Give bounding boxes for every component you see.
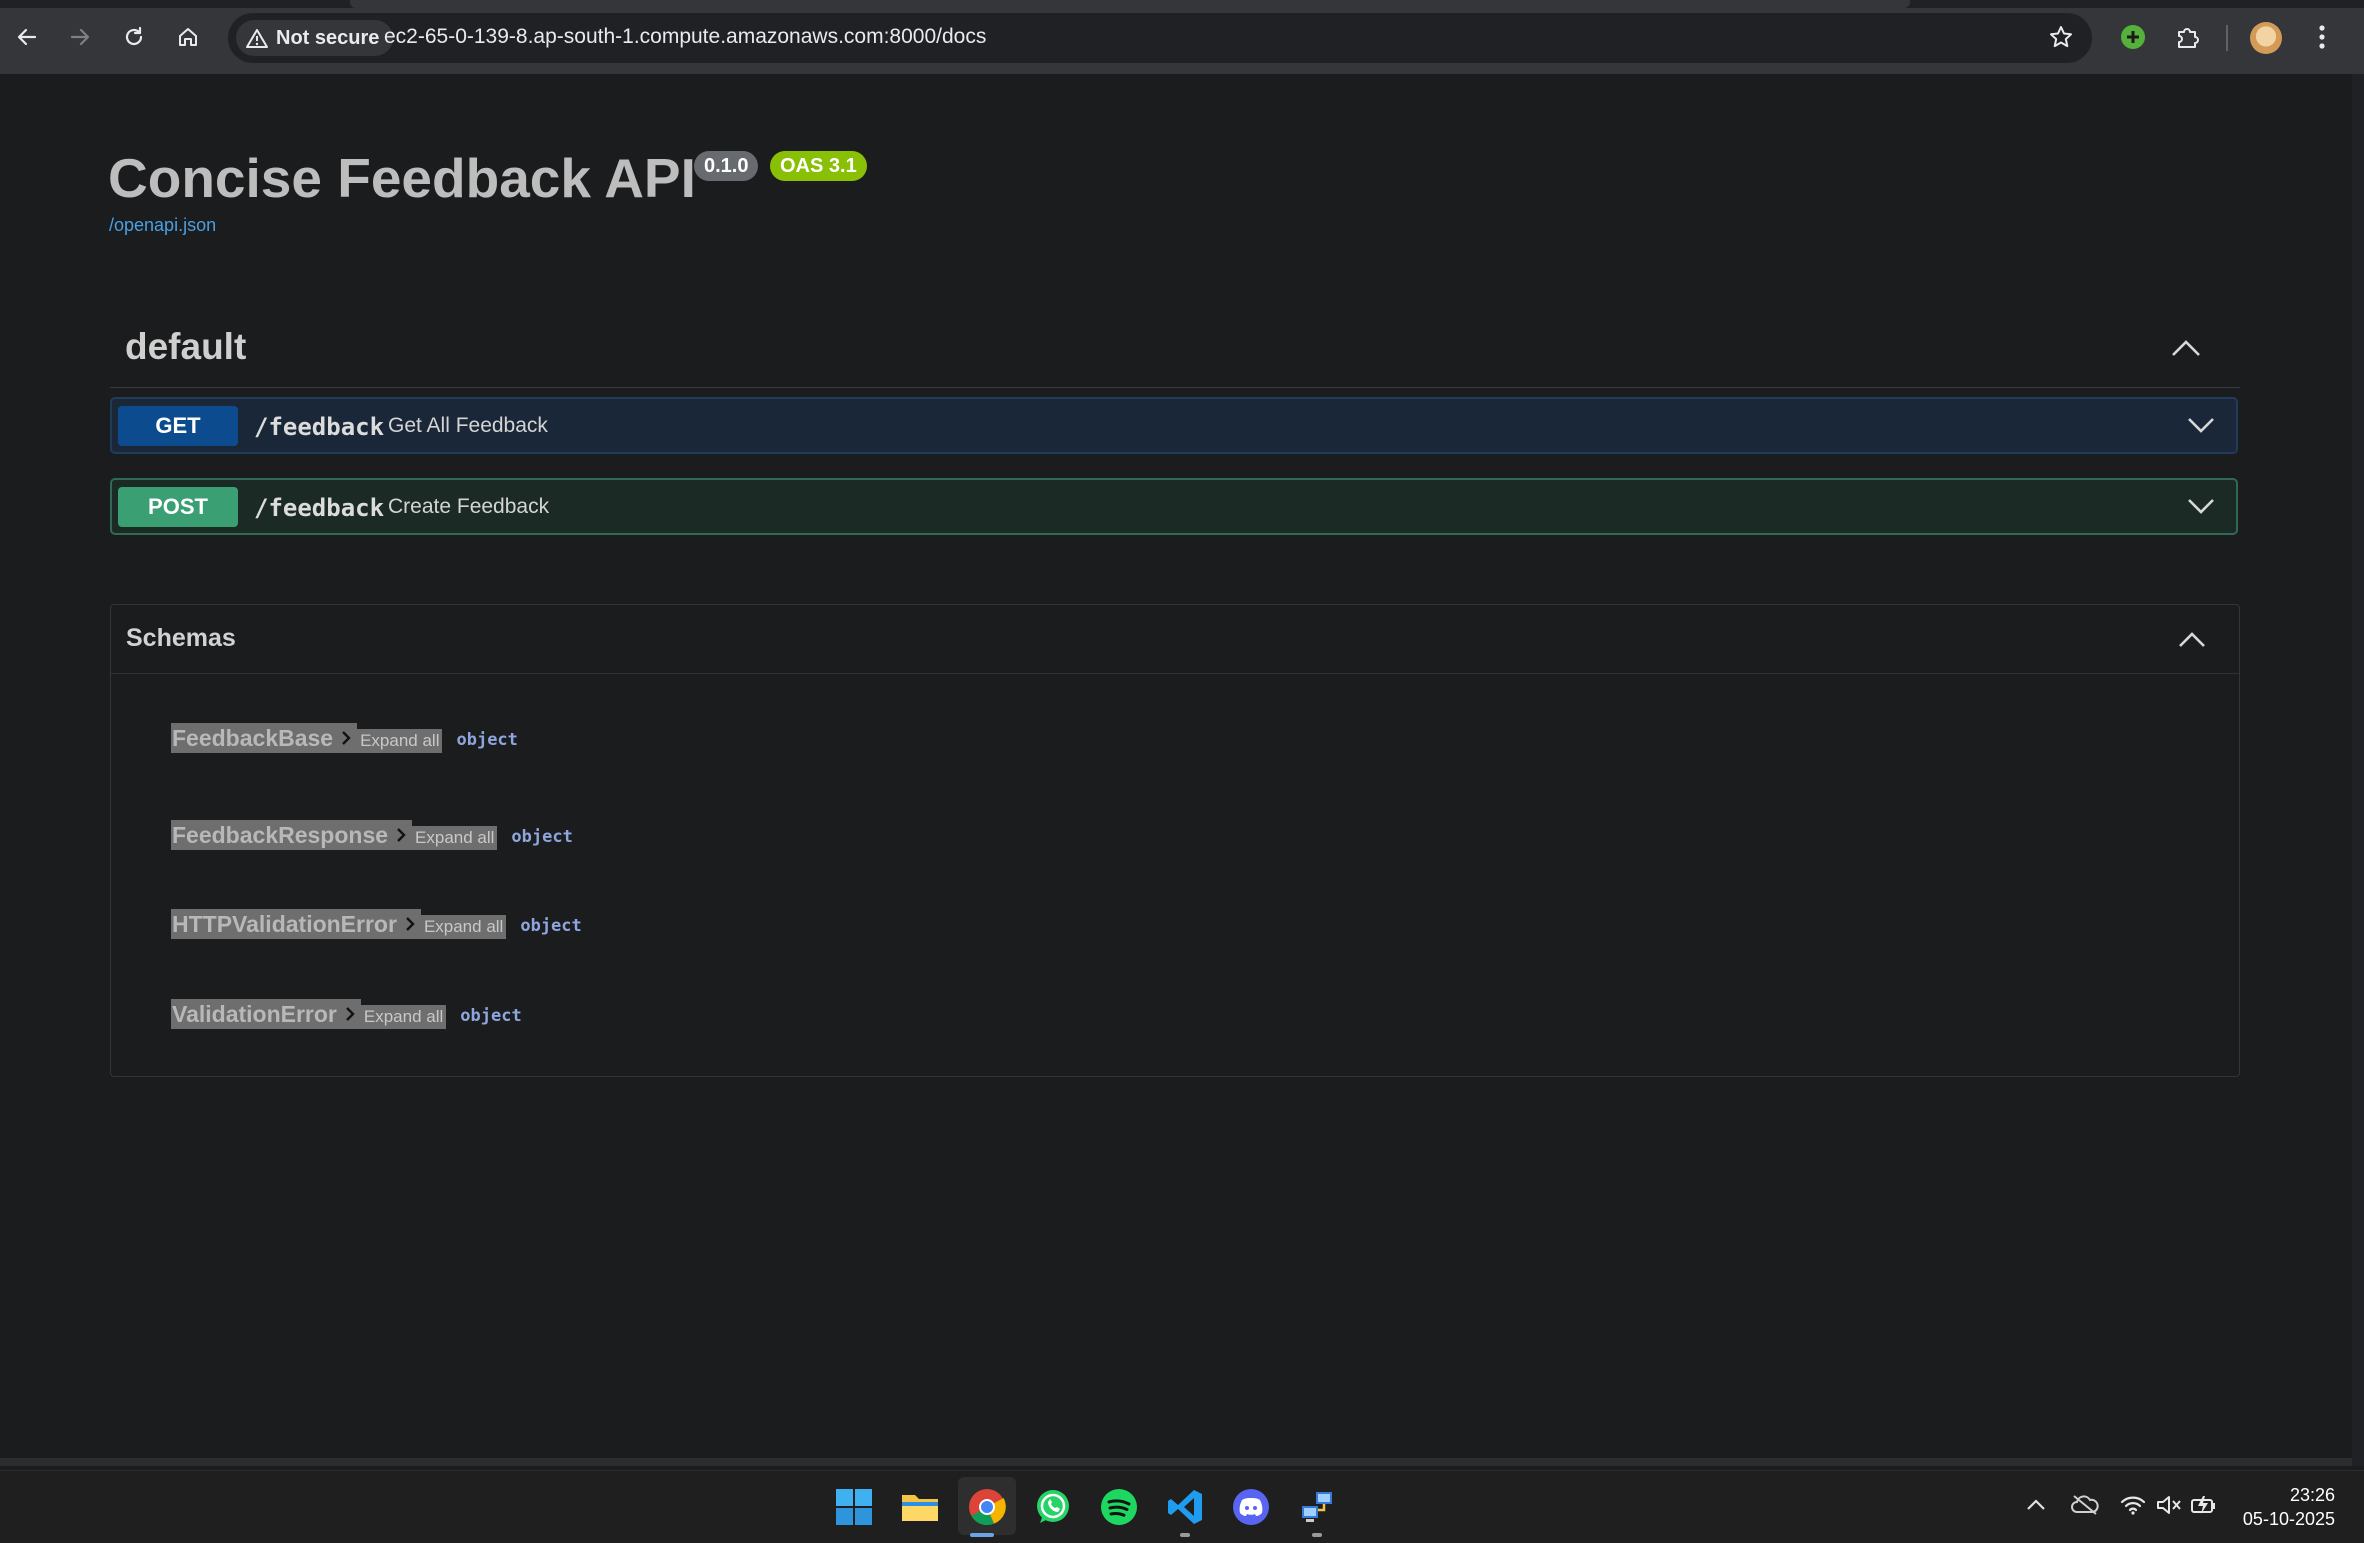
collapse-section-chevron-icon[interactable] <box>2170 338 2202 358</box>
section-title-default[interactable]: default <box>125 326 246 368</box>
schema-type: object <box>460 1005 522 1026</box>
schema-type: object <box>511 826 573 847</box>
warning-icon <box>246 29 268 48</box>
home-icon <box>179 28 197 46</box>
schema-name-button[interactable]: FeedbackBase <box>171 723 358 753</box>
puzzle-icon <box>2178 28 2199 48</box>
show-hidden-icons-chevron-icon[interactable] <box>2026 1497 2046 1511</box>
chevron-down-icon[interactable] <box>2186 496 2216 516</box>
windows-start-icon[interactable] <box>832 1485 876 1529</box>
vscode-icon[interactable] <box>1163 1485 1207 1529</box>
address-bar[interactable]: Not secure ec2-65-0-139-8.ap-south-1.com… <box>228 13 2092 63</box>
home-button[interactable] <box>170 19 206 55</box>
schema-item[interactable]: HTTPValidationError Expand all object <box>171 909 582 939</box>
extensions-menu-button[interactable] <box>2170 19 2206 55</box>
expand-all-button[interactable]: Expand all <box>357 729 443 753</box>
horizontal-scrollbar[interactable] <box>0 1458 2352 1466</box>
schema-item[interactable]: ValidationError Expand all object <box>171 999 522 1029</box>
chevron-right-icon <box>406 917 415 931</box>
back-button[interactable] <box>9 19 45 55</box>
green-plus-extension-icon <box>2121 25 2145 49</box>
wifi-icon[interactable] <box>2120 1494 2146 1516</box>
clock-time: 23:26 <box>2289 1485 2335 1505</box>
network-tool-running-indicator <box>1312 1533 1322 1537</box>
api-title: Concise Feedback API <box>108 147 696 209</box>
toolbar-divider <box>2226 25 2228 51</box>
operation-summary: Create Feedback <box>388 495 550 518</box>
system-clock[interactable]: 23:26 05-10-2025 <box>2230 1483 2335 1531</box>
taskbar: 23:26 05-10-2025 <box>0 1470 2364 1543</box>
chevron-right-icon <box>342 731 351 745</box>
reload-icon <box>125 26 143 46</box>
version-badge: 0.1.0 <box>694 151 759 181</box>
schema-name-button[interactable]: ValidationError <box>171 999 361 1029</box>
profile-avatar[interactable] <box>2250 22 2282 54</box>
schema-item[interactable]: FeedbackBase Expand all object <box>171 723 518 753</box>
battery-charging-icon[interactable] <box>2190 1494 2218 1516</box>
network-tool-icon[interactable] <box>1295 1485 1339 1529</box>
back-arrow-icon <box>17 28 37 46</box>
volume-muted-icon[interactable] <box>2156 1494 2182 1516</box>
openapi-json-link[interactable]: /openapi.json <box>109 215 216 236</box>
url-text[interactable]: ec2-65-0-139-8.ap-south-1.compute.amazon… <box>384 25 986 49</box>
method-badge-post: POST <box>118 487 238 527</box>
schema-name: HTTPValidationError <box>172 910 397 937</box>
site-security-chip[interactable]: Not secure <box>236 20 394 56</box>
active-tab-edge[interactable] <box>350 0 1910 8</box>
operation-path: /feedback <box>254 494 385 522</box>
schemas-header[interactable]: Schemas <box>111 605 2239 674</box>
operation-summary: Get All Feedback <box>388 414 548 437</box>
schema-name-button[interactable]: HTTPValidationError <box>171 909 421 939</box>
clock-date: 05-10-2025 <box>2242 1509 2335 1529</box>
star-icon <box>2050 26 2072 48</box>
expand-all-button[interactable]: Expand all <box>360 1005 447 1029</box>
page-scrollbar[interactable] <box>2352 74 2364 1466</box>
schema-name: FeedbackResponse <box>172 821 389 848</box>
forward-arrow-icon <box>70 28 90 46</box>
schema-item[interactable]: FeedbackResponse Expand all object <box>171 820 573 850</box>
bookmark-button[interactable] <box>2048 24 2074 55</box>
schema-name: ValidationError <box>172 1000 337 1027</box>
schema-name-button[interactable]: FeedbackResponse <box>171 820 413 850</box>
operation-get-feedback[interactable]: GET /feedback Get All Feedback <box>110 397 2238 454</box>
chevron-right-icon <box>397 828 406 842</box>
chrome-running-indicator <box>970 1533 994 1537</box>
discord-icon[interactable] <box>1229 1485 1273 1529</box>
schema-type: object <box>456 729 518 750</box>
vscode-running-indicator <box>1180 1533 1190 1537</box>
whatsapp-icon[interactable] <box>1031 1485 1075 1529</box>
expand-all-button[interactable]: Expand all <box>420 915 507 939</box>
section-divider <box>110 387 2240 388</box>
operation-post-feedback[interactable]: POST /feedback Create Feedback <box>110 478 2238 535</box>
spotify-icon[interactable] <box>1097 1485 1141 1529</box>
reload-button[interactable] <box>116 19 152 55</box>
method-badge-get: GET <box>118 406 238 446</box>
expand-all-button[interactable]: Expand all <box>412 826 498 850</box>
schema-type: object <box>520 915 582 936</box>
kebab-menu-icon <box>2319 25 2325 49</box>
operation-path: /feedback <box>254 413 385 441</box>
extension-button[interactable] <box>2115 19 2151 55</box>
tab-strip-edge <box>0 0 2364 8</box>
chrome-icon[interactable] <box>965 1485 1009 1529</box>
oas-badge: OAS 3.1 <box>770 151 867 181</box>
schemas-panel: Schemas FeedbackBase Expand all object F… <box>110 604 2240 1077</box>
not-secure-label: Not secure <box>276 26 380 49</box>
file-explorer-icon[interactable] <box>898 1485 942 1529</box>
schema-name: FeedbackBase <box>172 724 334 751</box>
chevron-right-icon <box>346 1007 355 1021</box>
browser-toolbar: Not secure ec2-65-0-139-8.ap-south-1.com… <box>0 0 2364 74</box>
schemas-title: Schemas <box>126 624 236 652</box>
collapse-schemas-chevron-icon[interactable] <box>2177 629 2207 649</box>
onedrive-offline-icon[interactable] <box>2070 1494 2100 1516</box>
forward-button[interactable] <box>62 19 98 55</box>
chrome-menu-button[interactable] <box>2304 19 2340 55</box>
chevron-down-icon[interactable] <box>2186 415 2216 435</box>
